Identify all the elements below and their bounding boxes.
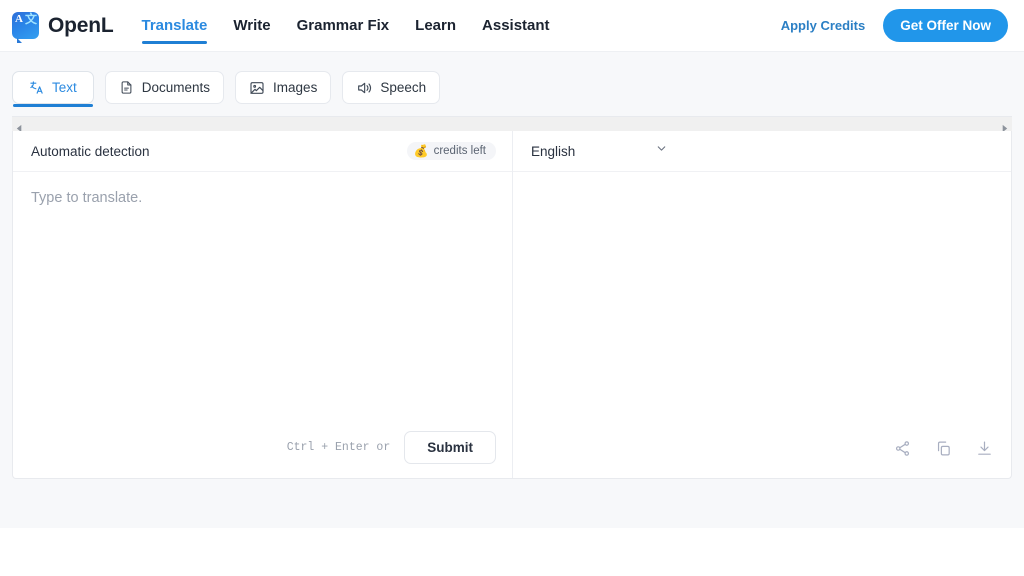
nav-item-grammar-fix[interactable]: Grammar Fix [297,0,390,52]
credits-badge[interactable]: 💰 credits left [406,142,496,160]
nav-item-translate[interactable]: Translate [141,0,208,52]
logo-bubble-tail [17,38,22,43]
share-icon[interactable] [894,440,911,462]
money-bag-icon: 💰 [413,144,429,158]
scroll-right-arrow-icon[interactable] [1000,120,1009,132]
tab-label: Documents [141,80,211,95]
translate-card: Automatic detection 💰 credits left Type … [12,131,1012,479]
source-pane: Automatic detection 💰 credits left Type … [13,131,513,478]
mode-tabbar: Text Documents Images Speech [0,52,1024,107]
header-actions: Apply Credits Get Offer Now [781,9,1008,42]
nav-label: Assistant [482,17,550,34]
tab-text[interactable]: Text [12,71,94,107]
tab-label: Text [52,80,77,95]
top-header: A 文 OpenL Translate Write Grammar Fix Le… [0,0,1024,52]
source-placeholder: Type to translate. [31,190,143,206]
brand-logo[interactable]: A 文 OpenL [12,12,114,43]
tab-label: Speech [380,80,427,95]
apply-credits-link[interactable]: Apply Credits [781,18,866,33]
nav-label: Learn [415,17,457,34]
scroll-left-arrow-icon[interactable] [15,120,24,132]
tab-speech[interactable]: Speech [342,71,441,104]
shortcut-hint: Ctrl + Enter or [286,441,391,454]
chevron-down-icon [655,142,668,160]
output-actions [894,440,993,462]
logo-letter-a: A [15,13,23,25]
app-page: A 文 OpenL Translate Write Grammar Fix Le… [0,0,1024,528]
document-icon [119,80,134,95]
source-language-row: Automatic detection 💰 credits left [13,131,512,172]
translation-output [513,172,1011,478]
translate-icon [29,80,44,95]
credits-label: credits left [433,145,486,157]
horizontal-scrollbar[interactable] [12,116,1012,132]
logo-cjk-glyph: 文 [24,12,37,26]
nav-item-assistant[interactable]: Assistant [482,0,550,52]
nav-label: Grammar Fix [296,17,390,34]
nav-item-write[interactable]: Write [233,0,270,52]
download-icon[interactable] [976,440,993,462]
translate-logo-icon: A 文 [12,12,39,43]
nav-label: Write [233,17,271,34]
source-language-label[interactable]: Automatic detection [31,144,150,159]
submit-row: Ctrl + Enter or Submit [287,431,496,464]
tab-label: Images [273,80,318,95]
image-icon [249,80,265,96]
main-nav: Translate Write Grammar Fix Learn Assist… [141,0,550,52]
target-language-label: English [531,143,576,159]
nav-label: Translate [141,17,208,34]
nav-item-learn[interactable]: Learn [415,0,456,52]
copy-icon[interactable] [935,440,952,462]
tab-images[interactable]: Images [235,71,332,104]
target-language-select[interactable]: English [531,142,668,160]
get-offer-now-button[interactable]: Get Offer Now [883,9,1008,42]
speaker-icon [356,80,372,96]
target-language-row: English [513,131,1011,172]
target-pane: English [513,131,1011,478]
tab-documents[interactable]: Documents [104,71,225,104]
brand-name: OpenL [48,13,114,37]
submit-button[interactable]: Submit [404,431,496,464]
